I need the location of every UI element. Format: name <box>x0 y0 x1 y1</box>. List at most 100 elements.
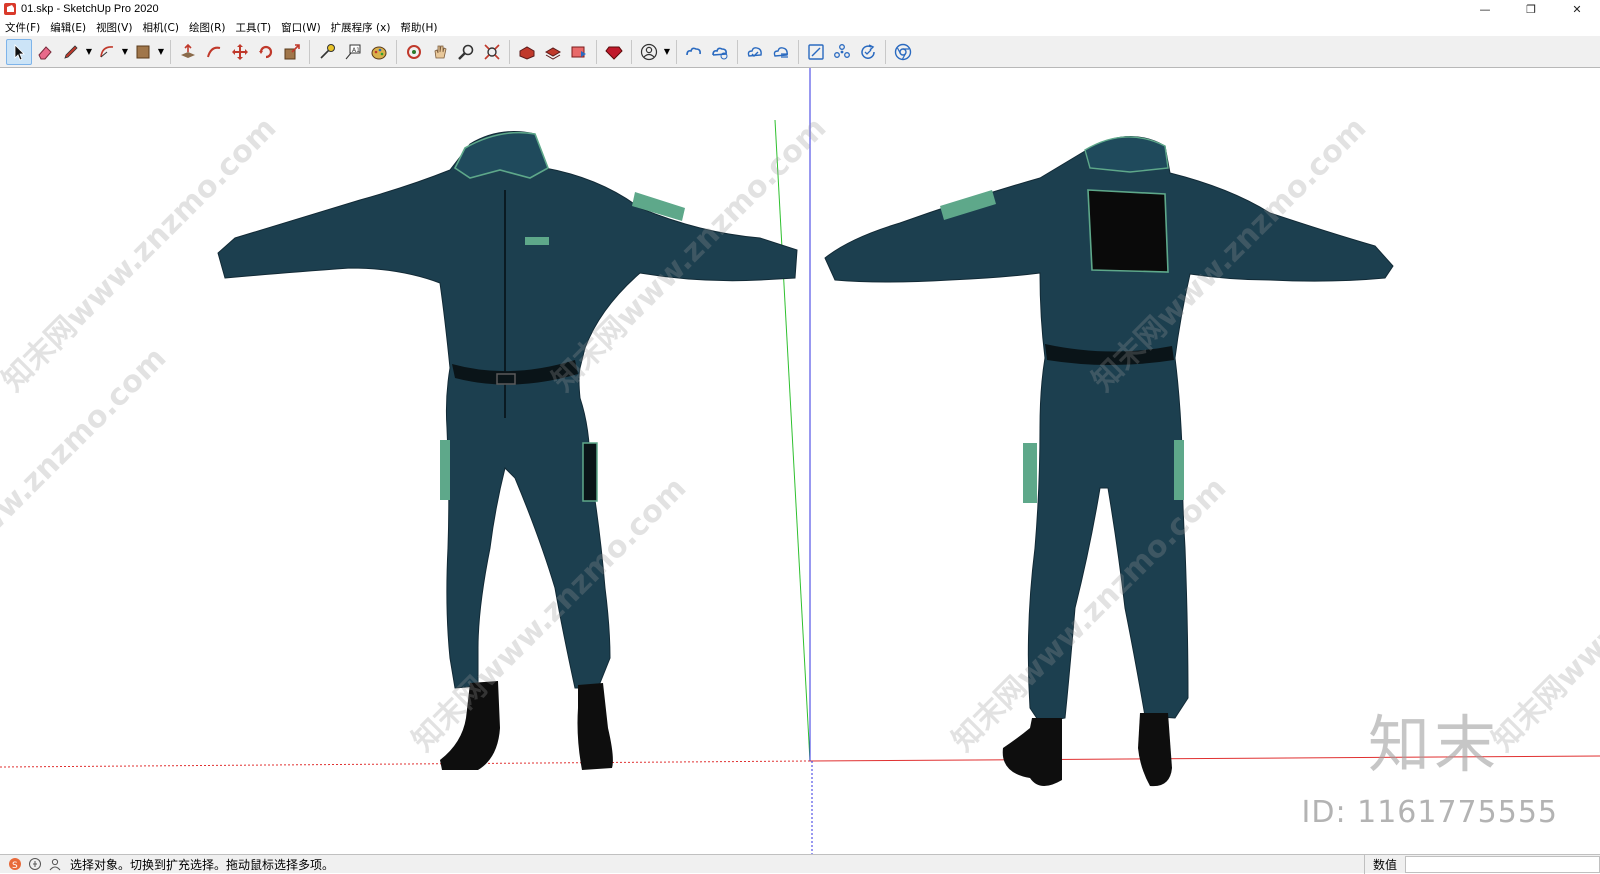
pan-tool-button[interactable] <box>427 39 453 65</box>
toolbar-separator <box>885 39 886 64</box>
ruby-console-button[interactable] <box>601 39 627 65</box>
refresh-button[interactable] <box>855 39 881 65</box>
orbit-tool-button[interactable] <box>401 39 427 65</box>
paint-icon <box>371 46 387 59</box>
ruby-icon <box>605 46 623 60</box>
arc-tool-button[interactable] <box>94 39 120 65</box>
user-status-icon[interactable] <box>48 857 62 871</box>
paint-tool-button[interactable] <box>366 39 392 65</box>
menu-camera[interactable]: 相机(C) <box>137 20 184 35</box>
account-button[interactable] <box>636 39 662 65</box>
warehouse-button[interactable] <box>514 39 540 65</box>
tape-measure-icon <box>320 43 335 59</box>
status-icons: S <box>8 857 62 871</box>
arc-icon <box>100 45 114 57</box>
toolbar-separator <box>509 39 510 64</box>
tape-measure-tool-button[interactable] <box>314 39 340 65</box>
follow-me-icon <box>207 46 221 57</box>
add-location-button[interactable] <box>803 39 829 65</box>
eraser-tool-button[interactable] <box>32 39 58 65</box>
select-tool-button[interactable] <box>6 38 32 65</box>
extension-warehouse-button[interactable] <box>540 39 566 65</box>
credits-icon[interactable] <box>28 857 42 871</box>
svg-text:S: S <box>12 861 18 871</box>
components-button[interactable] <box>829 39 855 65</box>
cloud-list-icon <box>773 46 788 58</box>
zoom-extents-icon <box>484 43 500 60</box>
restore-button[interactable]: ❐ <box>1508 0 1554 18</box>
arc-dropdown[interactable]: ▼ <box>120 39 130 65</box>
sketchup-logo-icon <box>4 3 16 15</box>
layout-button[interactable] <box>566 39 592 65</box>
window-controls: — ❐ ✕ <box>1462 0 1600 18</box>
minimize-button[interactable]: — <box>1462 0 1508 18</box>
menu-window[interactable]: 窗口(W) <box>276 20 326 35</box>
push-pull-tool-button[interactable] <box>175 39 201 65</box>
menu-extensions[interactable]: 扩展程序 (x) <box>326 20 396 35</box>
rotate-tool-button[interactable] <box>253 39 279 65</box>
refresh-icon <box>861 43 875 59</box>
rotate-icon <box>259 45 273 58</box>
status-message: 选择对象。切换到扩充选择。拖动鼠标选择多项。 <box>70 857 335 872</box>
toolbar-separator <box>798 39 799 64</box>
toolbar-separator <box>170 39 171 64</box>
measure-label: 数值 <box>1363 855 1405 874</box>
cloud-sync-icon <box>747 46 762 57</box>
pencil-tool-button[interactable] <box>58 39 84 65</box>
back-left-boot <box>1002 718 1062 787</box>
scene-canvas[interactable] <box>0 68 1600 854</box>
paint-bucket-tool-button[interactable] <box>130 39 156 65</box>
brand-id: ID: 1161775555 <box>1301 795 1558 830</box>
orbit-icon <box>407 44 421 59</box>
menu-bar: 文件(F) 编辑(E) 视图(V) 相机(C) 绘图(R) 工具(T) 窗口(W… <box>0 18 1600 36</box>
green-axis <box>774 119 811 762</box>
select-icon <box>14 43 25 61</box>
cloud-list-button[interactable] <box>768 39 794 65</box>
menu-tools[interactable]: 工具(T) <box>230 20 276 35</box>
back-collar <box>1084 136 1169 173</box>
warehouse-icon <box>519 45 535 60</box>
pencil-dropdown[interactable]: ▼ <box>84 39 94 65</box>
zoom-icon <box>458 44 474 60</box>
back-right-boot <box>1138 713 1172 787</box>
trimble-connect-button[interactable] <box>681 39 707 65</box>
extension-warehouse-icon <box>544 46 562 60</box>
account-icon <box>640 43 658 60</box>
text-tool-button[interactable]: A1 <box>340 39 366 65</box>
zoom-tool-button[interactable] <box>453 39 479 65</box>
menu-edit[interactable]: 编辑(E) <box>45 20 91 35</box>
close-button[interactable]: ✕ <box>1554 0 1600 18</box>
scale-tool-button[interactable] <box>279 39 305 65</box>
components-icon <box>834 43 850 58</box>
title-bar: 01.skp - SketchUp Pro 2020 — ❐ ✕ <box>0 0 1600 18</box>
menu-file[interactable]: 文件(F) <box>0 20 45 35</box>
measure-input[interactable] <box>1405 856 1600 873</box>
zoom-extents-tool-button[interactable] <box>479 39 505 65</box>
menu-help[interactable]: 帮助(H) <box>395 20 442 35</box>
move-tool-button[interactable] <box>227 39 253 65</box>
bucket-dropdown[interactable]: ▼ <box>156 39 166 65</box>
account-dropdown[interactable]: ▼ <box>662 39 672 65</box>
back-panel <box>1087 189 1169 273</box>
modeling-viewport[interactable]: 知末网www.znzmo.com 知末网www.znzmo.com 知末网www… <box>0 68 1600 854</box>
browser-button[interactable] <box>890 39 916 65</box>
toolbar-separator <box>309 39 310 64</box>
trimble-share-button[interactable] <box>707 39 733 65</box>
menu-draw[interactable]: 绘图(R) <box>184 20 231 35</box>
eraser-icon <box>38 45 52 59</box>
add-location-icon <box>808 43 824 60</box>
back-left-pocket <box>1023 443 1037 503</box>
pencil-icon <box>64 44 78 59</box>
front-right-boot <box>577 683 613 770</box>
layout-icon <box>571 46 586 57</box>
pan-icon <box>434 45 447 58</box>
jumpsuit-back-model[interactable] <box>824 136 1394 787</box>
follow-me-tool-button[interactable] <box>201 39 227 65</box>
red-axis-dotted <box>0 760 811 768</box>
geo-location-icon[interactable]: S <box>8 857 22 871</box>
scale-icon <box>284 43 300 59</box>
cloud-sync-button[interactable] <box>742 39 768 65</box>
menu-view[interactable]: 视图(V) <box>91 20 137 35</box>
toolbar-separator <box>676 39 677 64</box>
measurements-box: 数值 <box>1363 855 1600 874</box>
